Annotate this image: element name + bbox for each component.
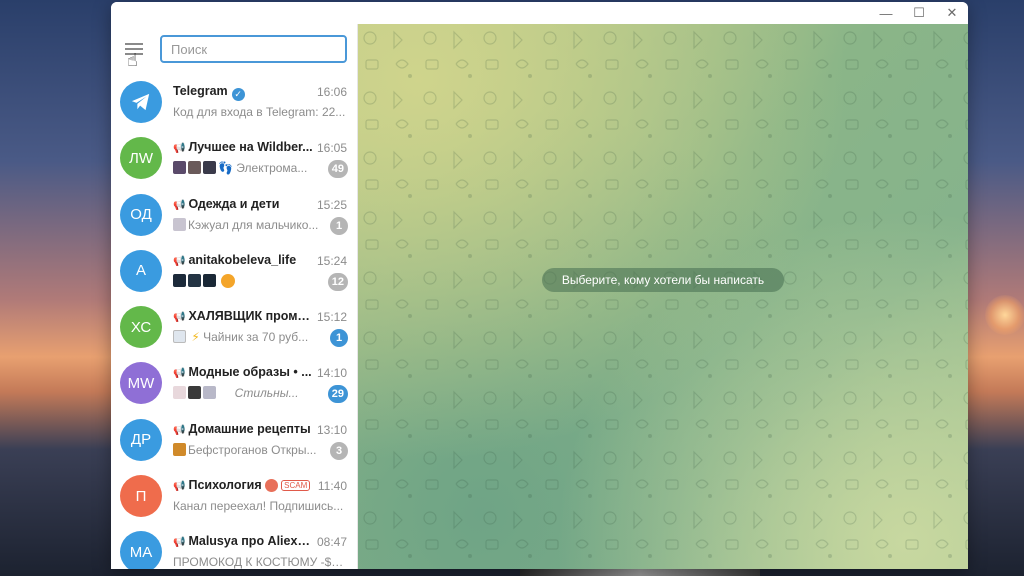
chat-list: Telegram ✓ 16:06 Код для входа в Telegram… [111, 75, 357, 569]
chat-name: 📢 anitakobeleva_life [173, 252, 297, 267]
channel-icon: 📢 [173, 481, 186, 493]
verified-icon: ✓ [231, 88, 245, 101]
chat-sidebar: ☝ Telegram✓ 16:06 Код для входа в Telegr… [111, 24, 358, 569]
avatar: ЛW [120, 137, 162, 180]
chat-name: 📢 Malusya про Aliexp... [173, 534, 315, 549]
avatar: MW [120, 362, 162, 405]
chat-name: 📢 Психология SCAM [173, 478, 323, 493]
photo-thumbnail-icon [173, 386, 186, 400]
chat-item[interactable]: MA 📢 Malusya про Aliexp... 08:47 ПРОМОКОД… [111, 525, 357, 569]
desktop-background-right [968, 0, 1024, 576]
channel-icon: 📢 [173, 537, 186, 549]
wallpaper-pattern [358, 24, 968, 569]
chat-area: Выберите, кому хотели бы написать [358, 24, 968, 569]
channel-icon: 📢 [173, 368, 186, 380]
chat-time: 16:05 [316, 141, 347, 156]
unread-badge: 1 [330, 216, 348, 235]
telegram-window: — ☐ ✕ ☝ Telegram✓ 16:06 Код для входа в … [111, 2, 968, 569]
chat-item-telegram[interactable]: Telegram ✓ 16:06 Код для входа в Telegram… [111, 75, 357, 131]
chat-time: 14:10 [316, 366, 347, 381]
photo-thumbnail-icon [173, 273, 186, 287]
chat-name: 📢 Модные образы • ... [173, 365, 312, 380]
avatar: А [120, 249, 162, 292]
photo-thumbnail-icon [173, 330, 186, 344]
channel-icon: 📢 [173, 424, 186, 436]
channel-icon: 📢 [173, 143, 186, 155]
chat-preview [173, 273, 323, 288]
video-thumbnail-icon [173, 442, 186, 456]
photo-thumbnail-icon [203, 273, 216, 287]
unread-badge: 3 [330, 441, 348, 460]
avatar: ОД [120, 193, 162, 236]
footprints-icon: 👣 [218, 161, 233, 176]
unread-badge: 29 [327, 385, 348, 404]
chat-item[interactable]: MW 📢 Модные образы • ... 14:10 Стильны...… [111, 356, 357, 412]
photo-thumbnail-icon [203, 386, 216, 400]
chat-preview: ⚡ Чайник за 70 руб... [173, 330, 323, 344]
chat-item[interactable]: ХС 📢 ХАЛЯВЩИК промо... 15:12 ⚡ Чайник за … [111, 300, 357, 356]
close-button[interactable]: ✕ [936, 2, 968, 24]
avatar: MA [120, 531, 162, 569]
chat-preview: Код для входа в Telegram: 22... [173, 105, 346, 119]
chat-preview: Стильны... [173, 386, 323, 400]
chat-time: 08:47 [316, 535, 347, 550]
chat-time: 15:25 [316, 197, 347, 212]
search-input[interactable] [160, 35, 347, 63]
telegram-logo-icon [131, 93, 150, 111]
chat-name: 📢 Одежда и дети [173, 196, 280, 211]
chat-time: 13:10 [316, 422, 347, 437]
chat-item[interactable]: А 📢 anitakobeleva_life 15:24 12 [111, 244, 357, 300]
heart-eyes-emoji-icon [221, 273, 236, 288]
chat-item[interactable]: ДР 📢 Домашние рецепты 13:10 Бефстроганов … [111, 413, 357, 469]
chat-preview: 👣 Электрома... [173, 161, 323, 175]
avatar: П [120, 475, 162, 518]
photo-thumbnail-icon [173, 161, 186, 175]
chat-item[interactable]: ОД 📢 Одежда и дети 15:25 Кэжуал для мальч… [111, 188, 357, 244]
avatar [120, 81, 162, 123]
chat-name: 📢 Лучшее на Wildber... [173, 140, 313, 155]
photo-thumbnail-icon [173, 217, 186, 231]
desktop-background-left [0, 0, 112, 576]
chat-name: Telegram ✓ [173, 84, 315, 101]
unread-badge: 49 [327, 160, 348, 179]
avatar: ХС [120, 306, 162, 349]
chat-item[interactable]: П 📢 Психология SCAM 11:40 Канал переехал!… [111, 469, 357, 525]
maximize-button[interactable]: ☐ [903, 2, 935, 24]
chat-preview: Бефстроганов Откры... [173, 442, 323, 457]
photo-thumbnail-icon [188, 273, 201, 287]
photo-thumbnail-icon [188, 161, 201, 175]
photo-thumbnail-icon [188, 386, 201, 400]
minimize-button[interactable]: — [870, 2, 902, 24]
title-bar: — ☐ ✕ [111, 2, 968, 24]
photo-thumbnail-icon [203, 161, 216, 175]
brain-emoji-icon [265, 479, 279, 493]
hand-cursor-icon: ☝ [127, 50, 138, 70]
chat-time: 15:24 [316, 253, 347, 268]
channel-icon: 📢 [173, 312, 186, 324]
chat-name: 📢 Домашние рецепты [173, 421, 311, 436]
sunset-glow [985, 295, 1024, 335]
chat-item[interactable]: ЛW 📢 Лучшее на Wildber... 16:05 👣 Электро… [111, 131, 357, 187]
channel-icon: 📢 [173, 255, 186, 267]
unread-badge: 12 [327, 272, 348, 291]
chat-name: 📢 ХАЛЯВЩИК промо... [173, 309, 315, 324]
chat-time: 16:06 [316, 85, 347, 99]
unread-badge: 1 [330, 329, 348, 348]
chat-time: 15:12 [316, 310, 347, 325]
chat-time: 11:40 [317, 479, 347, 494]
scam-label: SCAM [281, 480, 311, 492]
chat-preview: Кэжуал для мальчико... [173, 217, 323, 232]
chat-preview: Канал переехал! Подпишись... [173, 499, 344, 514]
chat-preview: ПРОМОКОД К КОСТЮМУ -$3:... [173, 555, 349, 569]
avatar: ДР [120, 418, 162, 461]
select-chat-hint: Выберите, кому хотели бы написать [542, 268, 784, 292]
channel-icon: 📢 [173, 199, 186, 211]
lightning-icon: ⚡ [191, 330, 200, 345]
